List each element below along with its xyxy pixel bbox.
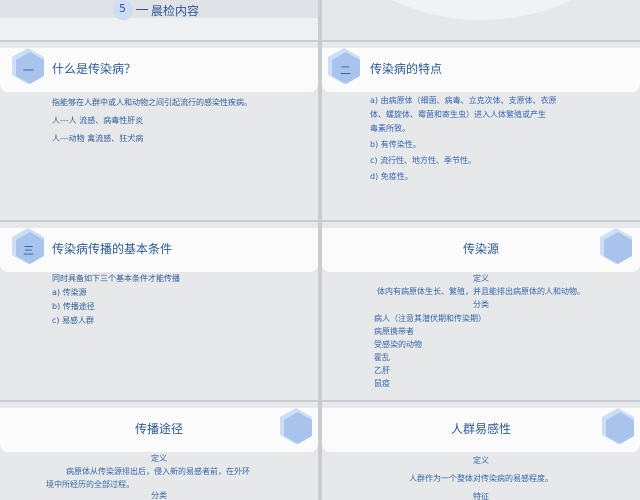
classification-item: 霍乱 (374, 353, 390, 362)
definition-text: 指能够在人群中或人和动物之间引起流行的感染性疾病。 (52, 98, 252, 107)
hexagon-label: 一 (23, 64, 34, 77)
characteristic-line: d) 免疫性。 (370, 172, 413, 181)
intro-text: 同时具备如下三个基本条件才能传播 (52, 274, 180, 283)
definition-label: 定义 (473, 456, 489, 465)
classification-item: 受感染的动物 (374, 340, 422, 349)
condition-item: c) 易感人群 (52, 316, 95, 325)
slide-what-is-infectious-disease[interactable]: 一 什么是传染病？ 指能够在人群中或人和动物之间引起流行的感染性疾病。 人---… (0, 42, 318, 220)
definition-text: 病原体从传染源排出后，侵入新的易感者前，在外环 (66, 467, 250, 476)
decorative-arc (322, 0, 640, 20)
definition-text: 人群作为一个整体对传染病的易感程度。 (409, 474, 553, 483)
hexagon-label: 二 (340, 64, 351, 77)
condition-item: a) 传染源 (52, 288, 87, 297)
agenda-dash (136, 9, 148, 10)
characteristic-line: 体、螺旋体、霉菌和寄生虫）进入人体繁殖或产生 (370, 110, 546, 119)
slide-title: 什么是传染病？ (52, 62, 137, 76)
characteristic-line: c) 流行性、地方性、季节性。 (370, 156, 477, 165)
condition-item: b) 传播途径 (52, 302, 95, 311)
characteristic-line: a) 由病原体（细菌、病毒、立克次体、支原体、衣原 (370, 96, 557, 105)
slide-transmission-conditions[interactable]: 三 传染病传播的基本条件 同时具备如下三个基本条件才能传播 a) 传染源 b) … (0, 222, 318, 400)
slide-title: 传染源 (462, 242, 499, 256)
slide-disease-characteristics[interactable]: 二 传染病的特点 a) 由病原体（细菌、病毒、立克次体、支原体、衣原 体、螺旋体… (322, 42, 640, 220)
transmission-human: 人---人 流感、病毒性肝炎 (52, 116, 144, 125)
agenda-title: 晨检内容 (151, 4, 200, 18)
definition-label: 定义 (151, 454, 167, 463)
definition-text: 体内有病原体生长、繁殖，并且能排出病原体的人和动物。 (377, 287, 585, 296)
classification-item: 病人（注意其潜伏期和传染期） (374, 314, 486, 323)
slide-title: 传播途径 (134, 422, 183, 436)
hexagon-label: 三 (23, 244, 34, 257)
feature-label: 特征 (473, 492, 489, 500)
slide-population-susceptibility[interactable]: 人群易感性 定义 人群作为一个整体对传染病的易感程度。 特征 (322, 402, 640, 500)
definition-label: 定义 (473, 274, 489, 283)
classification-item: 病原携带者 (374, 327, 414, 336)
transmission-animal: 人---动物 禽流感、狂犬病 (52, 134, 144, 143)
characteristic-line: b) 有传染性。 (370, 140, 421, 149)
slide-title: 传染病传播的基本条件 (52, 242, 173, 256)
characteristic-line: 毒素所致。 (370, 124, 410, 133)
classification-label: 分类 (151, 491, 167, 500)
classification-label: 分类 (473, 300, 489, 309)
slide-transmission-route[interactable]: 传播途径 定义 病原体从传染源排出后，侵入新的易感者前，在外环 境中所经历的全部… (0, 402, 318, 500)
slide-title: 人群易感性 (450, 422, 511, 436)
slide-blank-top[interactable] (322, 0, 640, 40)
classification-item: 鼠疫 (374, 379, 390, 388)
classification-item: 乙肝 (374, 366, 390, 375)
slide-source-of-infection[interactable]: 传染源 定义 体内有病原体生长、繁殖，并且能排出病原体的人和动物。 分类 病人（… (322, 222, 640, 400)
slide-title: 传染病的特点 (370, 62, 443, 76)
agenda-number: 5 (119, 2, 126, 15)
slide-agenda[interactable]: 5 晨检内容 (0, 0, 318, 40)
